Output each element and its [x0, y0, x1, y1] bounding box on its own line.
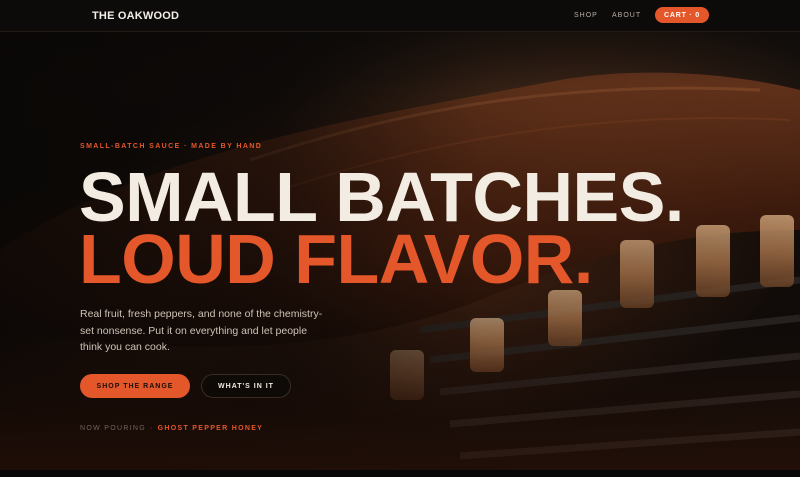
nav-link-about[interactable]: ABOUT [612, 12, 641, 19]
nav-link-shop[interactable]: SHOP [574, 12, 598, 19]
now-pouring-value[interactable]: GHOST PEPPER HONEY [158, 425, 263, 432]
brand-logo[interactable]: THE OAKWOOD [92, 10, 179, 22]
cart-button[interactable]: CART · 0 [655, 7, 709, 23]
shop-the-range-button[interactable]: SHOP THE RANGE [80, 374, 190, 398]
now-pouring-line: NOW POURING · GHOST PEPPER HONEY [80, 425, 263, 432]
hero-body-text: Real fruit, fresh peppers, and none of t… [80, 308, 323, 354]
now-pouring-separator: · [150, 425, 154, 432]
top-navigation: THE OAKWOOD SHOP ABOUT CART · 0 [0, 0, 800, 32]
now-pouring-label: NOW POURING [80, 425, 147, 432]
page-bottom-edge [0, 470, 800, 477]
hero-eyebrow: SMALL-BATCH SAUCE · MADE BY HAND [80, 143, 263, 150]
hero-headline-line-2: LOUD FLAVOR. [79, 220, 593, 298]
whats-in-it-button[interactable]: WHAT'S IN IT [201, 374, 291, 398]
